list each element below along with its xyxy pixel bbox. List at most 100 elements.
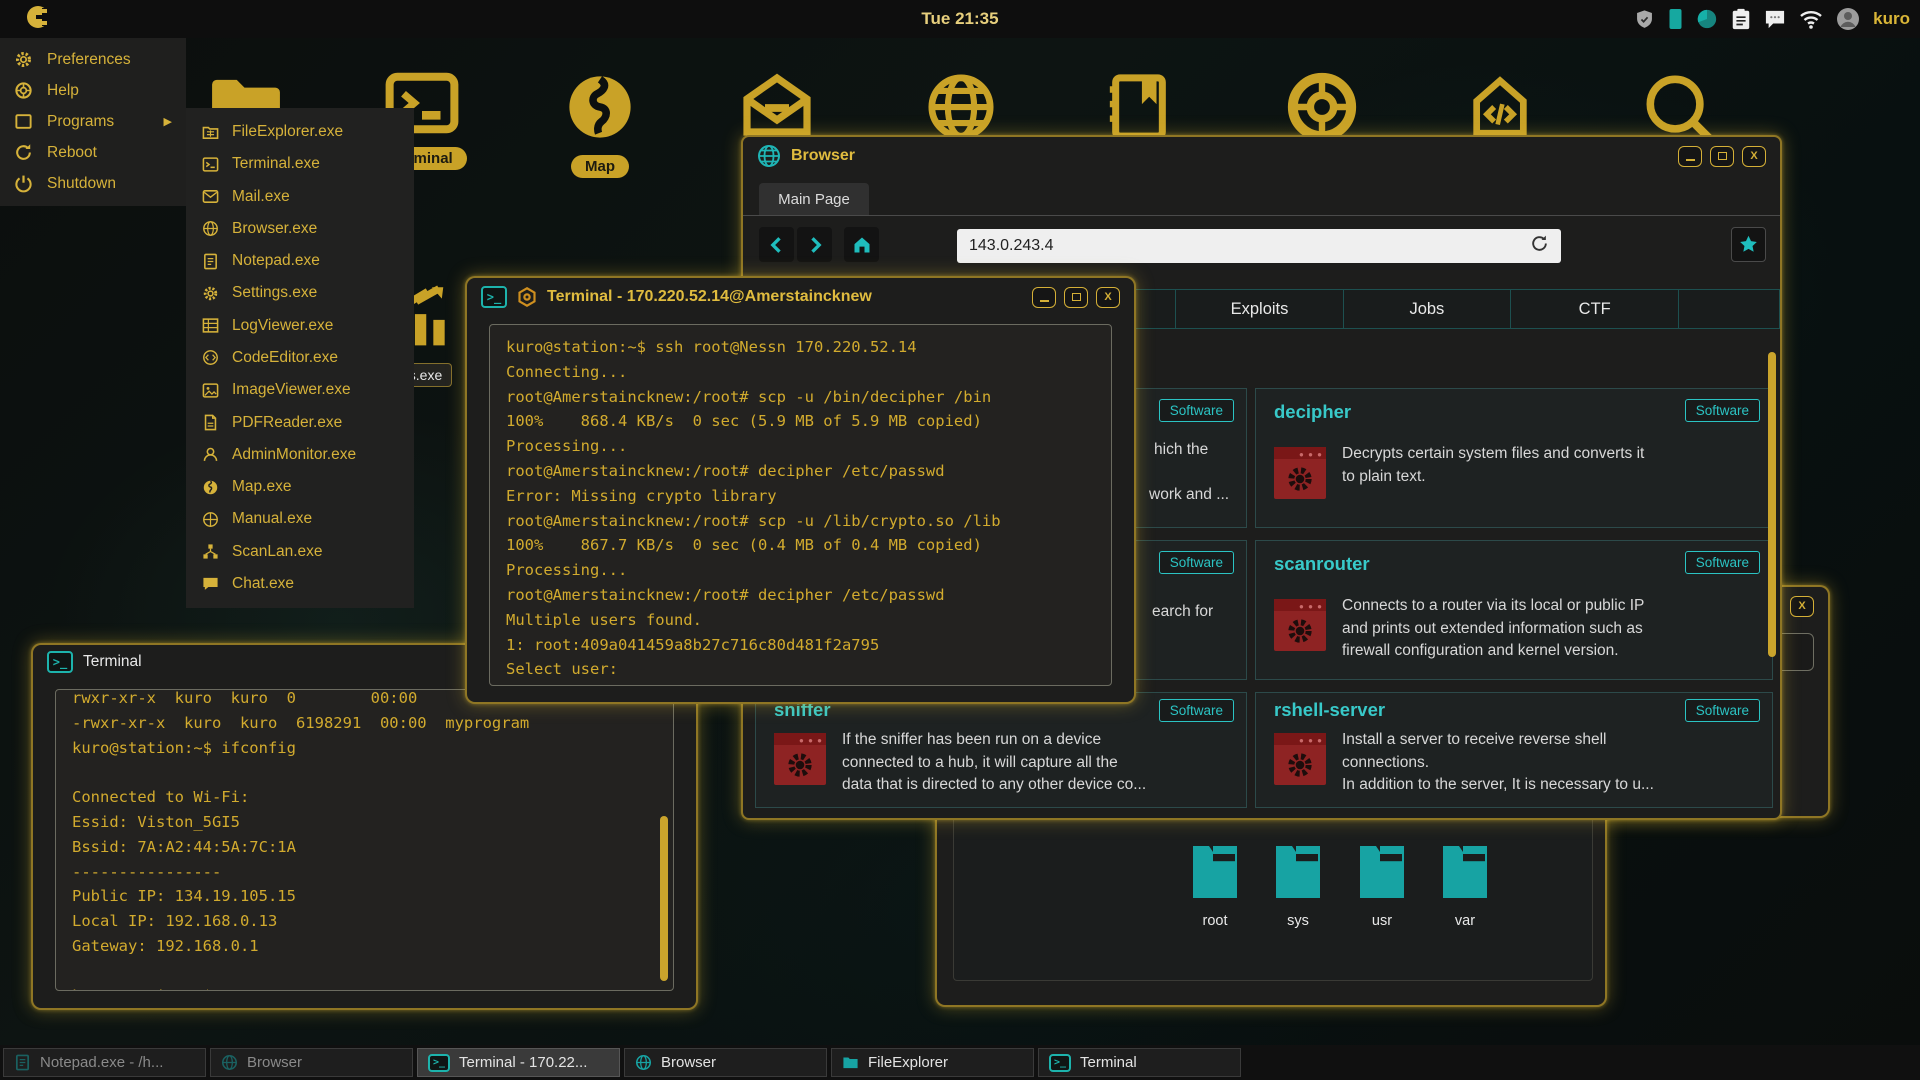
taskbar-item-fileexplorer[interactable]: FileExplorer: [831, 1048, 1034, 1077]
desktop-icon-map[interactable]: Map: [552, 72, 648, 178]
programs-submenu: FileExplorer.exe Terminal.exe Mail.exe B…: [186, 108, 414, 608]
desktop-icon-mail[interactable]: [729, 72, 825, 143]
submenu-item-label: Chat.exe: [232, 575, 294, 593]
terminal-line: Connecting...: [506, 363, 1095, 388]
shield-icon[interactable]: [1634, 9, 1655, 30]
submenu-item-adminmonitor[interactable]: AdminMonitor.exe: [186, 439, 414, 470]
folder-label: var: [1423, 913, 1507, 929]
taskbar-item-notepad[interactable]: Notepad.exe - /h...: [3, 1048, 206, 1077]
terminal-close-button[interactable]: X: [1096, 287, 1120, 308]
chat-bubble-icon[interactable]: [1764, 9, 1786, 29]
submenu-item-codeeditor[interactable]: CodeEditor.exe: [186, 342, 414, 373]
username[interactable]: kuro: [1873, 9, 1910, 29]
terminal-remote-output[interactable]: kuro@station:~$ ssh root@Nessn 170.220.5…: [489, 324, 1112, 686]
terminal-line: Select user:: [506, 660, 1095, 685]
help-ring-icon: [1285, 72, 1359, 142]
submenu-item-manual[interactable]: Manual.exe: [186, 504, 414, 535]
browser-titlebar[interactable]: Browser X: [743, 137, 1780, 175]
nav-tab-ctf[interactable]: CTF: [1511, 289, 1679, 329]
taskbar: Notepad.exe - /h... Browser >_ Terminal …: [0, 1045, 1920, 1080]
home-button[interactable]: [844, 227, 879, 262]
menu-item-preferences[interactable]: Preferences: [0, 44, 186, 75]
menu-item-reboot[interactable]: Reboot: [0, 137, 186, 168]
terminal-local-output[interactable]: rwxr-xr-x kuro kuro 0 00:00 -rwxr-xr-x k…: [55, 689, 674, 991]
submenu-item-scanlan[interactable]: ScanLan.exe: [186, 536, 414, 567]
submenu-item-mail[interactable]: Mail.exe: [186, 181, 414, 212]
folder-item-usr[interactable]: usr: [1340, 840, 1424, 929]
submenu-item-imageviewer[interactable]: ImageViewer.exe: [186, 375, 414, 406]
table-icon: [202, 317, 219, 334]
wifi-icon[interactable]: [1799, 9, 1823, 29]
browser-maximize-button[interactable]: [1710, 146, 1734, 167]
address-bar[interactable]: 143.0.243.4: [957, 229, 1561, 263]
taskbar-item-label: Browser: [247, 1054, 302, 1071]
submenu-item-map[interactable]: Map.exe: [186, 472, 414, 503]
folder-icon: [1193, 840, 1237, 898]
submenu-item-terminal[interactable]: Terminal.exe: [186, 149, 414, 180]
submenu-item-fileexplorer[interactable]: FileExplorer.exe: [186, 117, 414, 148]
favorite-button[interactable]: [1731, 227, 1766, 262]
reload-icon[interactable]: [1530, 234, 1549, 258]
nav-tab-exploits[interactable]: Exploits: [1176, 289, 1343, 329]
taskbar-item-browser-1[interactable]: Browser: [210, 1048, 413, 1077]
submenu-item-browser[interactable]: Browser.exe: [186, 213, 414, 244]
submenu-item-settings[interactable]: Settings.exe: [186, 278, 414, 309]
app-icon: ● ● ●: [774, 733, 826, 785]
code-icon: [1463, 72, 1537, 142]
folder-item-sys[interactable]: sys: [1256, 840, 1340, 929]
terminal-remote-window[interactable]: >_ Terminal - 170.220.52.14@Amerstainckn…: [465, 276, 1136, 704]
submenu-item-chat[interactable]: Chat.exe: [186, 568, 414, 599]
nav-tab-jobs[interactable]: Jobs: [1344, 289, 1511, 329]
gear-icon: [202, 285, 219, 302]
back-button[interactable]: [759, 227, 794, 262]
menu-item-programs[interactable]: Programs ▶: [0, 106, 186, 137]
submenu-item-pdfreader[interactable]: PDFReader.exe: [186, 407, 414, 438]
terminal-scrollbar[interactable]: [660, 816, 668, 981]
software-badge: Software: [1685, 399, 1760, 422]
software-card-decipher[interactable]: decipher Software ● ● ● Decrypts certain…: [1255, 388, 1773, 528]
software-card-rshell-server[interactable]: rshell-server Software ● ● ● Install a s…: [1255, 692, 1773, 808]
folder-grid-icon: [202, 124, 219, 141]
folder-icon: [1360, 840, 1404, 898]
software-card-sniffer[interactable]: sniffer Software ● ● ● If the sniffer ha…: [755, 692, 1247, 808]
terminal-line: Error: Missing crypto library: [506, 487, 1095, 512]
terminal-remote-titlebar[interactable]: >_ Terminal - 170.220.52.14@Amerstainckn…: [467, 278, 1134, 316]
avatar-icon[interactable]: [1836, 7, 1860, 31]
submenu-item-label: ScanLan.exe: [232, 543, 323, 561]
card-desc-fragment: earch for: [1152, 603, 1213, 621]
globe-icon: [635, 1054, 652, 1071]
address-url: 143.0.243.4: [969, 237, 1054, 255]
taskbar-item-terminal-local[interactable]: >_ Terminal: [1038, 1048, 1241, 1077]
submenu-item-logviewer[interactable]: LogViewer.exe: [186, 310, 414, 341]
folder-item-root[interactable]: root: [1173, 840, 1257, 929]
software-card-scanrouter[interactable]: scanrouter Software ● ● ● Connects to a …: [1255, 540, 1773, 680]
menu-item-help[interactable]: Help: [0, 75, 186, 106]
taskbar-item-terminal-remote[interactable]: >_ Terminal - 170.22...: [417, 1048, 620, 1077]
submenu-item-notepad[interactable]: Notepad.exe: [186, 246, 414, 277]
browser-scrollbar[interactable]: [1768, 352, 1776, 657]
menu-item-shutdown[interactable]: Shutdown: [0, 168, 186, 199]
gear-icon: [14, 50, 33, 69]
os-logo[interactable]: [26, 5, 50, 34]
card-title: rshell-server: [1274, 699, 1385, 721]
cpu-pie-icon[interactable]: [1696, 8, 1718, 30]
terminal-line: kuro@station:~$ ifconfig: [72, 739, 657, 764]
card-description: Install a server to receive reverse shel…: [1342, 729, 1758, 797]
browser-page-tab[interactable]: Main Page: [759, 183, 869, 215]
nav-tab-spacer: [1679, 289, 1780, 329]
bg-close-button[interactable]: X: [1790, 596, 1814, 617]
forward-button[interactable]: [797, 227, 832, 262]
browser-minimize-button[interactable]: [1678, 146, 1702, 167]
battery-icon[interactable]: [1668, 8, 1683, 30]
browser-close-button[interactable]: X: [1742, 146, 1766, 167]
folder-item-var[interactable]: var: [1423, 840, 1507, 929]
terminal-minimize-button[interactable]: [1032, 287, 1056, 308]
terminal-maximize-button[interactable]: [1064, 287, 1088, 308]
clipboard-icon[interactable]: [1731, 8, 1751, 30]
terminal-line: Essid: Viston_5GI5: [72, 813, 657, 838]
folder-icon: [1443, 840, 1487, 898]
taskbar-item-label: Browser: [661, 1054, 716, 1071]
taskbar-item-browser-2[interactable]: Browser: [624, 1048, 827, 1077]
folder-label: root: [1173, 913, 1257, 929]
app-icon: ● ● ●: [1274, 733, 1326, 785]
